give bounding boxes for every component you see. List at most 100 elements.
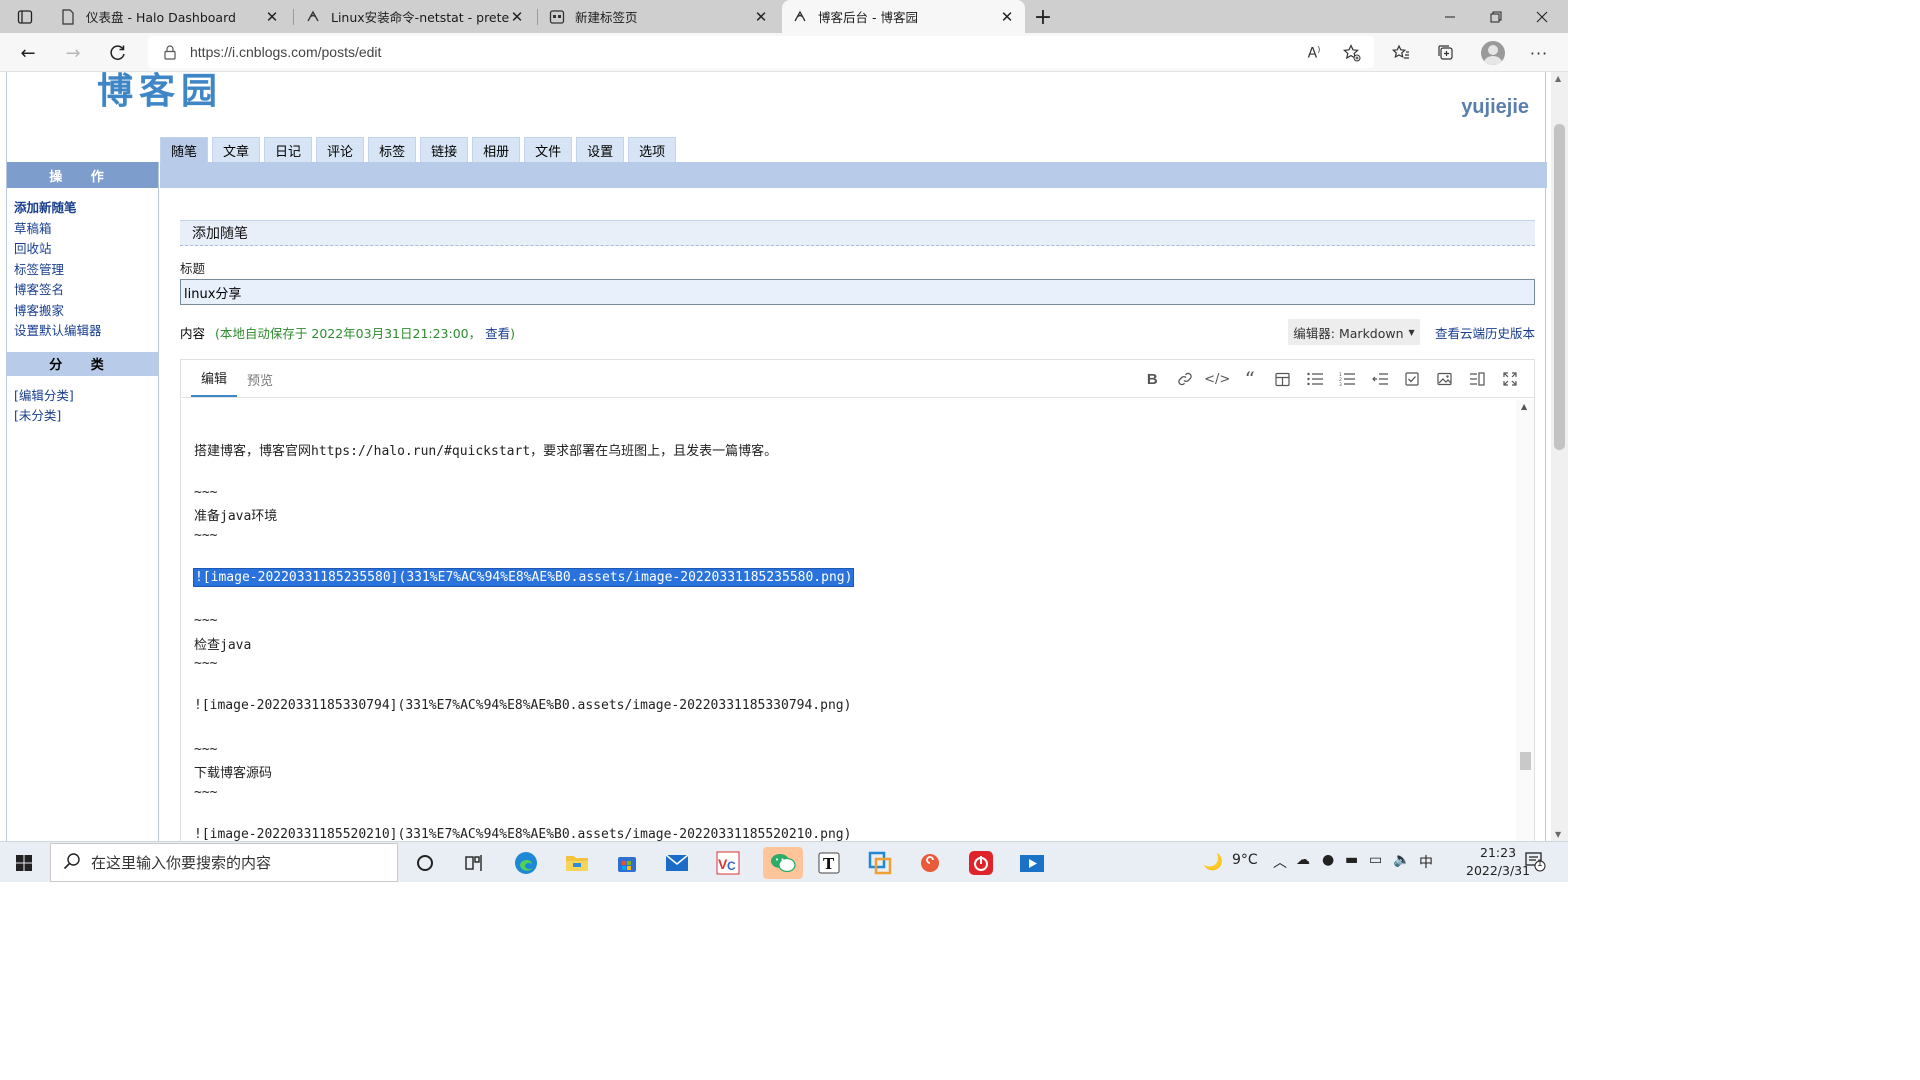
close-icon[interactable]: ✕ (999, 8, 1015, 26)
forward-button[interactable]: → (58, 38, 88, 68)
editor-select-label: 编辑器: Markdown (1293, 325, 1404, 341)
autosave-view-link[interactable]: 查看 (485, 326, 510, 341)
task-view-cortana-button[interactable] (409, 847, 441, 879)
sidebar-item-recycle-bin[interactable]: 回收站 (14, 239, 158, 260)
link-button[interactable] (1169, 368, 1202, 390)
sidebar-item-tag-manage[interactable]: 标签管理 (14, 260, 158, 281)
scroll-down-icon[interactable]: ▼ (1555, 830, 1561, 839)
onedrive-icon[interactable]: ☁ (1296, 852, 1310, 868)
scroll-up-icon[interactable]: ▲ (1555, 74, 1561, 83)
sidebar-item-drafts[interactable]: 草稿箱 (14, 219, 158, 240)
close-icon[interactable]: ✕ (753, 8, 769, 26)
netease-music-app[interactable] (965, 847, 997, 879)
task-view-button[interactable] (458, 847, 490, 879)
task-list-button[interactable] (1396, 368, 1429, 390)
ordered-list-button[interactable]: 123 (1331, 368, 1364, 390)
page-scroll-thumb[interactable] (1554, 124, 1565, 450)
night-light-icon[interactable]: 🌙 (1203, 852, 1223, 871)
visual-studio-code-app[interactable]: VC (712, 847, 744, 879)
favorites-button[interactable] (1386, 38, 1416, 68)
editor-textarea[interactable]: 搭建博客，博客官网https://halo.run/#quickstart，要求… (181, 400, 1516, 841)
tab-actions-button[interactable] (6, 0, 44, 33)
store-app[interactable] (611, 847, 643, 879)
back-button[interactable]: ← (13, 38, 43, 68)
svg-text:C: C (727, 859, 736, 873)
browser-tab-newtab[interactable]: 新建标签页 ✕ (539, 0, 779, 33)
bold-button[interactable]: B (1136, 368, 1169, 390)
minimize-button[interactable] (1427, 0, 1473, 33)
sidebar-item-default-editor[interactable]: 设置默认编辑器 (14, 321, 158, 342)
tab-settings[interactable]: 设置 (576, 137, 625, 163)
tab-tags[interactable]: 标签 (368, 137, 417, 163)
close-window-button[interactable] (1519, 0, 1565, 33)
snail-app[interactable] (914, 847, 946, 879)
read-aloud-button[interactable]: A) (1299, 38, 1329, 68)
ime-indicator[interactable]: 中 (1419, 852, 1433, 872)
browser-tab-cnblogs-admin[interactable]: 博客后台 - 博客园 ✕ (782, 0, 1025, 33)
image-button[interactable] (1429, 368, 1462, 390)
sidebar-item-edit-category[interactable]: [编辑分类] (14, 386, 158, 407)
battery-icon[interactable]: ▬ (1345, 852, 1358, 868)
qq-icon[interactable]: ● (1322, 852, 1334, 868)
tab-edit[interactable]: 编辑 (191, 368, 238, 397)
file-explorer-app[interactable] (561, 847, 593, 879)
sidebar-item-blog-move[interactable]: 博客搬家 (14, 301, 158, 322)
sidebar-item-blog-signature[interactable]: 博客签名 (14, 280, 158, 301)
typora-app[interactable]: T (813, 847, 845, 879)
wechat-app[interactable] (763, 847, 803, 879)
site-logo[interactable]: 博客园 (97, 72, 223, 114)
settings-more-button[interactable]: ··· (1524, 38, 1554, 68)
restore-button[interactable] (1473, 0, 1519, 33)
indent-button[interactable] (1364, 368, 1397, 390)
video-app[interactable] (1016, 847, 1048, 879)
notification-center-button[interactable]: 1 (1524, 850, 1546, 876)
system-clock[interactable]: 21:23 2022/3/31 (1466, 844, 1530, 880)
editor-scrollbar[interactable]: ▲ ▼ (1516, 400, 1534, 841)
taskbar-search[interactable]: 在这里输入你要搜索的内容 (50, 843, 398, 882)
tab-title: 仪表盘 - Halo Dashboard (86, 10, 236, 25)
code-button[interactable]: </> (1201, 368, 1234, 390)
editor-select-dropdown[interactable]: 编辑器: Markdown ▼ (1288, 319, 1420, 345)
tab-albums[interactable]: 相册 (472, 137, 521, 163)
browser-tab-netstat[interactable]: Linux安装命令-netstat - pretend ✕ (295, 0, 535, 33)
bullet-list-button[interactable] (1299, 368, 1332, 390)
network-icon[interactable]: ▭ (1369, 852, 1382, 868)
tab-files[interactable]: 文件 (524, 137, 573, 163)
close-icon[interactable]: ✕ (264, 8, 280, 26)
table-button[interactable] (1266, 368, 1299, 390)
edge-app[interactable] (510, 847, 542, 879)
mail-app[interactable] (661, 847, 693, 879)
weather-temperature[interactable]: 9°C (1232, 852, 1258, 868)
tab-diary[interactable]: 日记 (264, 137, 313, 163)
username[interactable]: yujiejie (1461, 96, 1529, 119)
lock-icon[interactable] (160, 44, 180, 60)
quote-button[interactable]: “ (1234, 367, 1267, 391)
tab-posts[interactable]: 随笔 (160, 137, 209, 163)
tab-links[interactable]: 链接 (420, 137, 469, 163)
tab-options[interactable]: 选项 (628, 137, 677, 163)
remote-app[interactable] (864, 847, 896, 879)
cloud-history-link[interactable]: 查看云端历史版本 (1435, 323, 1535, 342)
page-scrollbar[interactable]: ▲ ▼ (1551, 72, 1568, 841)
url-bar[interactable]: https://i.cnblogs.com/posts/edit (148, 36, 1374, 68)
add-favorite-button[interactable] (1337, 38, 1367, 68)
browser-tab-halo[interactable]: 仪表盘 - Halo Dashboard ✕ (50, 0, 290, 33)
title-input[interactable]: linux分享 (180, 279, 1535, 305)
editor-scroll-thumb[interactable] (1520, 752, 1531, 770)
tab-comments[interactable]: 评论 (316, 137, 365, 163)
scroll-up-icon[interactable]: ▲ (1521, 402, 1527, 411)
new-tab-button[interactable]: + (1029, 4, 1057, 30)
fullscreen-button[interactable] (1494, 368, 1527, 390)
sidebar-item-add-post[interactable]: 添加新随笔 (14, 198, 158, 219)
tab-articles[interactable]: 文章 (212, 137, 261, 163)
start-button[interactable] (10, 850, 38, 876)
reload-button[interactable] (103, 38, 133, 68)
volume-icon[interactable]: 🔈 (1393, 852, 1410, 868)
collections-button[interactable] (1431, 38, 1461, 68)
chevron-up-icon[interactable]: ︿ (1273, 852, 1287, 872)
close-icon[interactable]: ✕ (509, 8, 525, 26)
split-view-button[interactable] (1461, 368, 1494, 390)
tab-preview[interactable]: 预览 (237, 370, 283, 397)
profile-avatar[interactable] (1481, 41, 1505, 65)
sidebar-item-uncategorized[interactable]: [未分类] (14, 406, 158, 427)
